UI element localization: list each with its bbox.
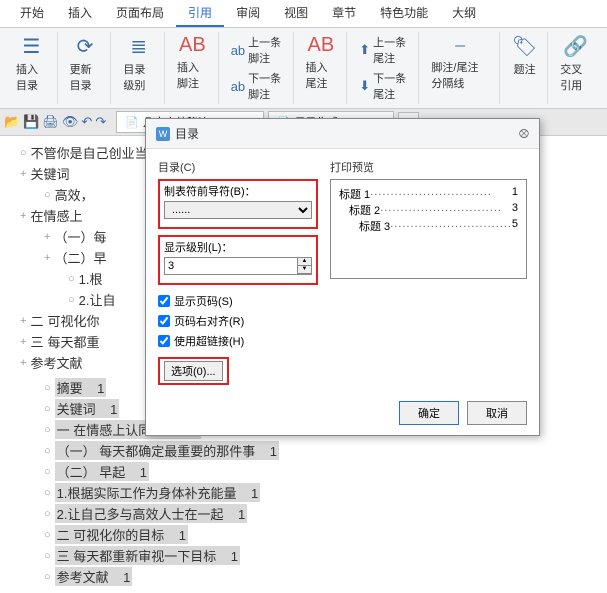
show-page-checkbox[interactable] — [158, 295, 170, 307]
separator-button[interactable]: ⎯脚注/尾注分隔线 — [427, 32, 493, 93]
outline-body-item[interactable]: ○（二） 早起 1 — [20, 461, 587, 482]
outline-body-item[interactable]: ○参考文献 1 — [20, 566, 587, 587]
open-icon[interactable]: 📂 — [4, 114, 20, 130]
level-label: 显示级别(L)： — [164, 239, 312, 255]
app-icon: W — [156, 127, 170, 141]
refresh-icon: ⟳ — [77, 34, 94, 59]
bullet-icon: + — [20, 357, 26, 369]
bullet-icon: ○ — [20, 147, 27, 159]
bullet-icon: + — [20, 315, 26, 327]
leader-select[interactable]: ...... — [164, 201, 312, 219]
bullet-icon: + — [44, 231, 50, 243]
next-icon: ⬇ — [359, 78, 370, 94]
outline-body-item[interactable]: ○三 每天都重新审视一下目标 1 — [20, 545, 587, 566]
bullet-icon: + — [20, 336, 26, 348]
options-button[interactable]: 选项(0)... — [164, 361, 223, 381]
preview-box: 标题 1..............................1标题 2.… — [330, 179, 527, 279]
bullet-icon: ○ — [44, 403, 51, 415]
spin-up[interactable]: ▲ — [298, 258, 311, 266]
tab-features[interactable]: 特色功能 — [368, 0, 440, 27]
bullet-icon: ○ — [68, 273, 75, 285]
cancel-button[interactable]: 取消 — [467, 401, 527, 425]
outline-body-item[interactable]: ○2.让自己多与高效人士在一起 1 — [20, 503, 587, 524]
tab-references[interactable]: 引用 — [176, 0, 224, 27]
tab-review[interactable]: 审阅 — [224, 0, 272, 27]
prev-footnote-button[interactable]: ab上一条脚注 — [227, 32, 287, 68]
close-icon[interactable]: ⮾ — [519, 126, 529, 142]
bullet-icon: ○ — [44, 382, 51, 394]
sep-icon: ⎯ — [455, 34, 465, 57]
print-icon[interactable]: 🖨 — [42, 114, 59, 130]
preview-label: 打印预览 — [330, 159, 527, 175]
bullet-icon: ○ — [44, 529, 51, 541]
bullet-icon: + — [20, 168, 26, 180]
tab-insert[interactable]: 插入 — [56, 0, 104, 27]
prev-icon: ⬆ — [359, 42, 370, 58]
doc-icon: 📄 — [125, 116, 139, 129]
level-input[interactable] — [164, 257, 298, 275]
bullet-icon: ○ — [44, 550, 51, 562]
prev-icon: ab — [231, 43, 245, 58]
toc-icon: ☰ — [22, 34, 40, 59]
insert-endnote-button[interactable]: AB插入尾注 — [302, 32, 341, 93]
preview-line: 标题 3..............................5 — [339, 218, 518, 234]
footnote-icon: AB — [179, 34, 206, 57]
ribbon-tabs: 开始 插入 页面布局 引用 审阅 视图 章节 特色功能 大纲 — [0, 0, 607, 28]
outline-body-item[interactable]: ○二 可视化你的目标 1 — [20, 524, 587, 545]
bullet-icon: ○ — [68, 294, 75, 306]
toc-tab-label: 目录(C) — [158, 159, 318, 175]
update-toc-button[interactable]: ⟳更新目录 — [66, 32, 105, 95]
insert-toc-button[interactable]: ☰插入目录 — [12, 32, 51, 95]
crossref-button[interactable]: 🔗交叉引用 — [556, 32, 595, 95]
undo-icon[interactable]: ↶ — [81, 114, 92, 130]
bullet-icon: ○ — [44, 445, 51, 457]
toc-level-button[interactable]: ≣目录级别 — [119, 32, 158, 95]
crossref-icon: 🔗 — [563, 34, 588, 59]
bullet-icon: ○ — [44, 508, 51, 520]
bullet-icon: ○ — [44, 487, 51, 499]
preview-line: 标题 2..............................3 — [339, 202, 518, 218]
level-icon: ≣ — [130, 34, 147, 59]
spin-down[interactable]: ▼ — [298, 266, 311, 274]
tab-outline[interactable]: 大纲 — [440, 0, 488, 27]
dialog-titlebar: W 目录 ⮾ — [146, 119, 539, 149]
caption-button[interactable]: 🏷题注 — [508, 32, 541, 79]
bullet-icon: ○ — [44, 189, 51, 201]
insert-footnote-button[interactable]: AB插入脚注 — [173, 32, 212, 93]
toc-dialog: W 目录 ⮾ 目录(C) 制表符前导符(B)： ...... 显示级别(L)： ▲… — [145, 118, 540, 436]
bullet-icon: + — [20, 210, 26, 222]
next-endnote-button[interactable]: ⬇下一条尾注 — [355, 68, 412, 104]
quick-access: 📂 💾 🖨 👁 ↶ ↷ — [4, 114, 112, 130]
endnote-icon: AB — [308, 34, 335, 57]
ok-button[interactable]: 确定 — [399, 401, 459, 425]
tab-start[interactable]: 开始 — [8, 0, 56, 27]
next-icon: ab — [231, 79, 245, 94]
preview-line: 标题 1..............................1 — [339, 186, 518, 202]
bullet-icon: + — [44, 252, 50, 264]
tab-layout[interactable]: 页面布局 — [104, 0, 176, 27]
bullet-icon: ○ — [44, 424, 51, 436]
ribbon-toolbar: ☰插入目录 ⟳更新目录 ≣目录级别 AB插入脚注 ab上一条脚注 ab下一条脚注… — [0, 28, 607, 109]
save-icon[interactable]: 💾 — [23, 114, 39, 130]
outline-body-item[interactable]: ○（一） 每天都确定最重要的那件事 1 — [20, 440, 587, 461]
tab-view[interactable]: 视图 — [272, 0, 320, 27]
next-footnote-button[interactable]: ab下一条脚注 — [227, 68, 287, 104]
redo-icon[interactable]: ↷ — [95, 114, 106, 130]
tab-chapter[interactable]: 章节 — [320, 0, 368, 27]
preview-icon[interactable]: 👁 — [62, 114, 79, 130]
leader-label: 制表符前导符(B)： — [164, 183, 312, 199]
bullet-icon: ○ — [44, 466, 51, 478]
bullet-icon: ○ — [44, 571, 51, 583]
dialog-title: 目录 — [175, 125, 199, 142]
hyperlink-checkbox[interactable] — [158, 335, 170, 347]
prev-endnote-button[interactable]: ⬆上一条尾注 — [355, 32, 412, 68]
right-align-checkbox[interactable] — [158, 315, 170, 327]
caption-icon: 🏷 — [512, 34, 537, 59]
